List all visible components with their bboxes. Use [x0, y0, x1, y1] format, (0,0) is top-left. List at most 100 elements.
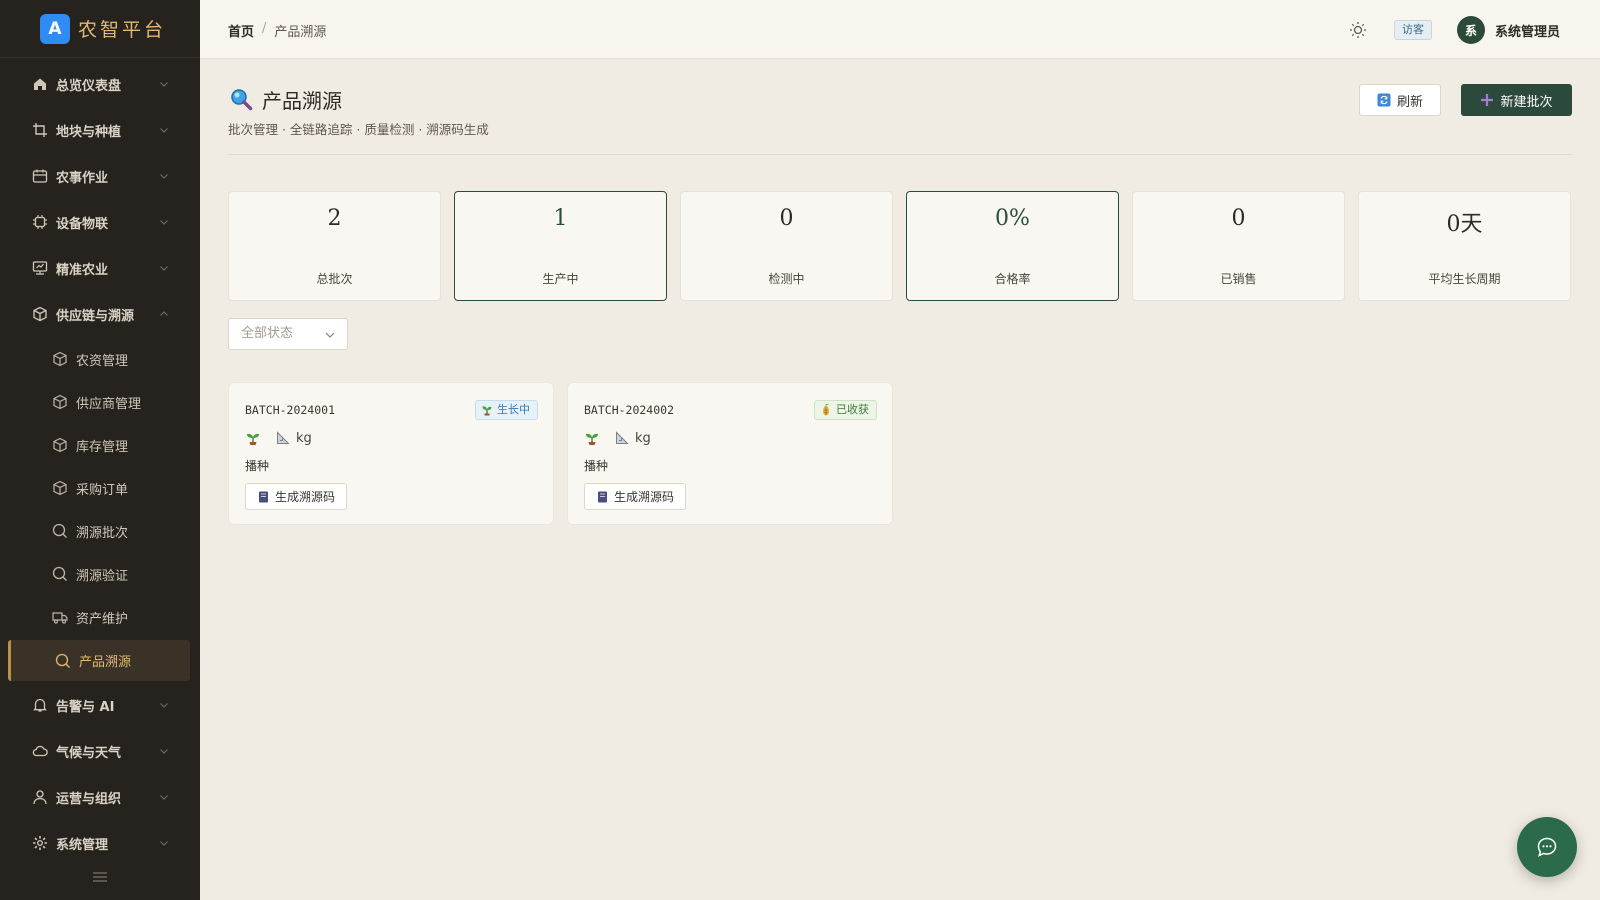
user-icon: [33, 790, 47, 805]
top-bar: 首页 / 产品溯源 访客 系 系统管理员: [200, 0, 1600, 59]
sidebar-item-dashboard[interactable]: 总览仪表盘: [0, 64, 200, 104]
sidebar-item-trace-batches[interactable]: 溯源批次: [0, 512, 200, 550]
ruler-icon: [277, 431, 290, 444]
package-icon: [53, 351, 67, 367]
sidebar-item-inventory[interactable]: 库存管理: [0, 426, 200, 464]
status-badge: 已收获: [814, 400, 877, 420]
stat-card-in-production[interactable]: 1 生产中: [454, 191, 667, 301]
batch-card[interactable]: BATCH-2024002 已收获 kg 播种 生成溯源码: [567, 382, 893, 525]
sidebar-item-plots[interactable]: 地块与种植: [0, 110, 200, 150]
sidebar-item-asset-maintenance[interactable]: 资产维护: [0, 598, 200, 636]
package-icon: [33, 306, 47, 322]
chevron-down-icon: [160, 795, 168, 800]
crop-icon: [33, 123, 47, 137]
sidebar-item-label: 溯源验证: [76, 568, 129, 584]
search-icon: [52, 566, 67, 581]
sidebar-item-supplies[interactable]: 农资管理: [0, 340, 200, 378]
breadcrumb-separator: /: [262, 21, 267, 36]
breadcrumb: 首页 / 产品溯源: [228, 21, 326, 40]
chevron-down-icon: [160, 174, 168, 179]
sidebar-item-label: 气候与天气: [56, 745, 122, 761]
user-name[interactable]: 系统管理员: [1495, 21, 1560, 40]
menu-collapse-icon[interactable]: [91, 870, 109, 884]
book-icon: [259, 491, 268, 502]
chevron-down-icon: [160, 220, 168, 225]
refresh-button[interactable]: 刷新: [1359, 84, 1441, 116]
batch-card[interactable]: BATCH-2024001 生长中 kg 播种 生成溯源码: [228, 382, 554, 525]
sidebar-item-supply-chain[interactable]: 供应链与溯源: [0, 294, 200, 334]
sidebar-item-purchase-orders[interactable]: 采购订单: [0, 469, 200, 507]
chevron-down-icon: [160, 82, 168, 87]
stat-card-total-batches[interactable]: 2 总批次: [228, 191, 441, 301]
stat-card-pass-rate[interactable]: 0% 合格率: [906, 191, 1119, 301]
sidebar-item-label: 总览仪表盘: [56, 78, 122, 94]
sidebar-item-climate[interactable]: 气候与天气: [0, 731, 200, 771]
new-batch-label: 新建批次: [1500, 94, 1553, 110]
gear-icon: [33, 836, 47, 850]
stat-label: 平均生长周期: [1428, 272, 1501, 286]
status-filter-select[interactable]: 全部状态: [228, 318, 348, 350]
sidebar-item-farm-work[interactable]: 农事作业: [0, 156, 200, 196]
stat-card-avg-growth-cycle[interactable]: 0天 平均生长周期: [1358, 191, 1571, 301]
sidebar-item-label: 设备物联: [56, 216, 109, 232]
new-batch-button[interactable]: 新建批次: [1461, 84, 1572, 116]
stat-value: 0%: [995, 206, 1030, 231]
brand-logo: A: [40, 13, 70, 44]
brand[interactable]: A 农智平台: [0, 0, 200, 58]
sidebar-item-label: 供应商管理: [76, 396, 142, 412]
sidebar-item-label: 农资管理: [76, 353, 129, 369]
sidebar-item-suppliers[interactable]: 供应商管理: [0, 383, 200, 421]
sidebar-item-operations[interactable]: 运营与组织: [0, 777, 200, 817]
stat-label: 生产中: [542, 272, 579, 286]
harvest-icon: [823, 404, 829, 416]
batch-meta: kg: [584, 430, 651, 446]
calendar-icon: [32, 169, 48, 183]
avatar[interactable]: 系: [1457, 16, 1485, 44]
stat-label: 已销售: [1220, 272, 1257, 286]
stat-value: 0: [779, 206, 794, 231]
status-filter-placeholder: 全部状态: [241, 326, 294, 341]
sidebar-item-trace-verify[interactable]: 溯源验证: [0, 555, 200, 593]
sidebar-item-label: 采购订单: [76, 482, 129, 498]
breadcrumb-current: 产品溯源: [274, 25, 327, 40]
sidebar-item-label: 溯源批次: [76, 525, 129, 541]
monitor-icon: [32, 261, 48, 275]
sidebar-item-precision[interactable]: 精准农业: [0, 248, 200, 288]
batch-unit: kg: [635, 430, 651, 446]
stat-label: 检测中: [768, 272, 805, 286]
chat-bubble-icon: [1537, 837, 1557, 857]
chip-icon: [33, 215, 47, 229]
chevron-down-icon: [160, 128, 168, 133]
sidebar-item-alerts-ai[interactable]: 告警与 AI: [0, 685, 200, 725]
batch-unit: kg: [296, 430, 312, 446]
chevron-down-icon: [160, 749, 168, 754]
chat-assistant-button[interactable]: [1517, 817, 1577, 877]
generate-trace-code-button[interactable]: 生成溯源码: [584, 483, 687, 510]
batch-code: BATCH-2024002: [584, 403, 675, 417]
sidebar-item-system[interactable]: 系统管理: [0, 823, 200, 863]
batch-stage: 播种: [584, 459, 609, 473]
stat-card-testing[interactable]: 0 检测中: [680, 191, 893, 301]
stat-label: 总批次: [316, 272, 353, 286]
refresh-label: 刷新: [1396, 94, 1423, 110]
sidebar-item-label: 库存管理: [76, 439, 129, 455]
breadcrumb-home[interactable]: 首页: [228, 21, 254, 40]
chevron-down-icon: [160, 841, 168, 846]
ruler-icon: [616, 431, 629, 444]
sidebar-item-label: 资产维护: [76, 611, 129, 627]
seedling-icon: [586, 433, 598, 445]
chevron-up-icon: [160, 311, 168, 316]
sidebar-item-label: 运营与组织: [56, 791, 122, 807]
sidebar-item-iot[interactable]: 设备物联: [0, 202, 200, 242]
sidebar-item-label: 供应链与溯源: [56, 308, 135, 324]
sidebar: A 农智平台 总览仪表盘 地块与种植 农事作业 设备物联 精准农业 供应链与溯源…: [0, 0, 200, 900]
guest-badge: 访客: [1394, 20, 1432, 40]
generate-trace-code-label: 生成溯源码: [275, 490, 336, 504]
sun-icon[interactable]: [1349, 21, 1367, 39]
stat-card-sold[interactable]: 0 已销售: [1132, 191, 1345, 301]
magnifier-icon: [231, 89, 253, 111]
sidebar-item-product-trace[interactable]: 产品溯源: [8, 640, 190, 681]
refresh-icon: [1377, 93, 1391, 107]
generate-trace-code-button[interactable]: 生成溯源码: [245, 483, 348, 510]
sidebar-item-label: 产品溯源: [79, 655, 132, 670]
